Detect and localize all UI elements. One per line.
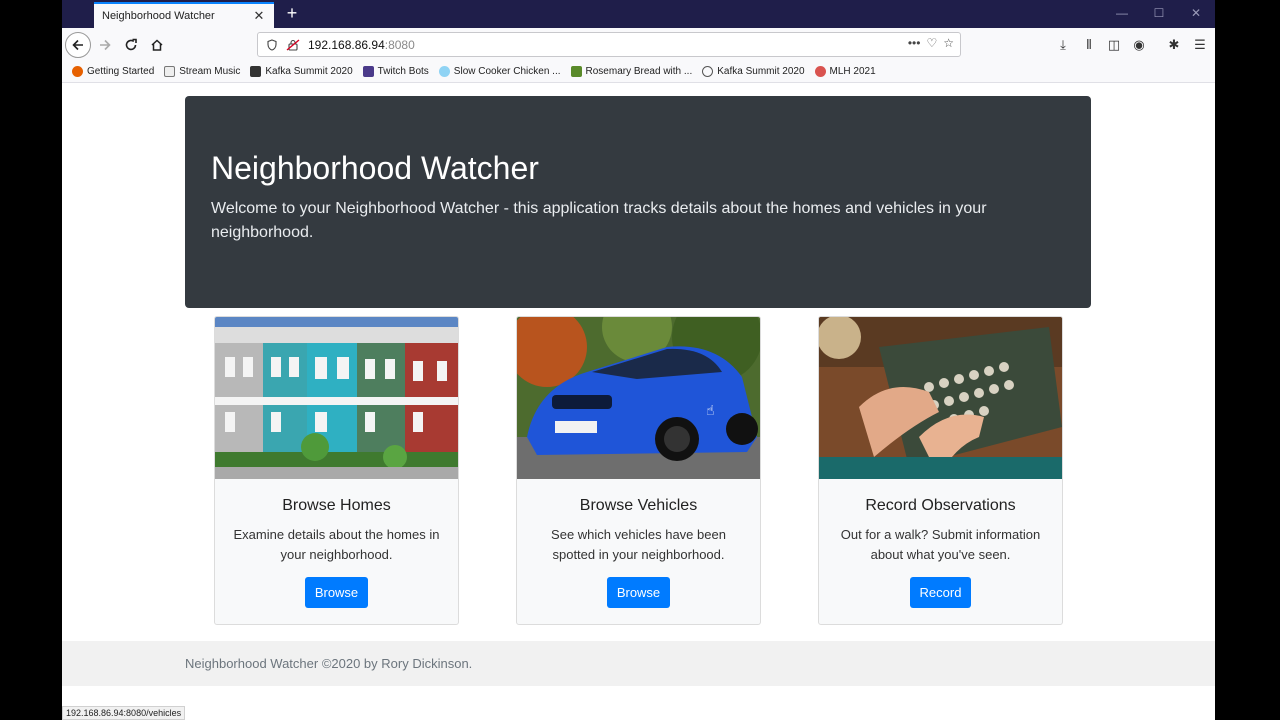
forward-arrow-icon bbox=[100, 39, 111, 51]
url-port: :8080 bbox=[384, 37, 415, 52]
homes-image bbox=[215, 317, 458, 479]
status-bar: 192.168.86.94:8080/vehicles bbox=[62, 706, 186, 720]
extensions-icon[interactable]: ✱ bbox=[1165, 36, 1183, 54]
hand-pointer-icon: ☝ bbox=[706, 402, 715, 418]
record-button[interactable]: Record bbox=[909, 577, 972, 608]
card-text: Examine details about the homes in your … bbox=[233, 527, 440, 562]
sidebar-icon[interactable]: ◫ bbox=[1105, 36, 1123, 54]
bookmark-favicon-icon bbox=[250, 66, 262, 77]
home-icon bbox=[151, 39, 163, 51]
maximize-icon[interactable]: ☐ bbox=[1149, 4, 1169, 22]
folder-icon bbox=[164, 66, 176, 77]
account-icon[interactable]: ◉ bbox=[1130, 36, 1148, 54]
bookmark-item[interactable]: Kafka Summit 2020 bbox=[250, 66, 353, 77]
tab-bar: Neighborhood Watcher ✕ + — ☐ ✕ bbox=[62, 0, 1215, 28]
reload-button[interactable] bbox=[118, 32, 144, 58]
bookmark-item[interactable]: Stream Music bbox=[164, 66, 240, 77]
menu-icon[interactable]: ☰ bbox=[1191, 36, 1209, 54]
library-icon[interactable]: ⫴ bbox=[1080, 36, 1098, 54]
url-bar[interactable]: 192.168.86.94:8080 ••• ♡ ☆ bbox=[257, 32, 961, 57]
page-actions-icon[interactable]: ••• bbox=[908, 36, 921, 50]
bookmark-item[interactable]: MLH 2021 bbox=[814, 66, 876, 77]
window-close-icon[interactable]: ✕ bbox=[1186, 4, 1206, 22]
bookmark-favicon-icon bbox=[72, 66, 83, 77]
bookmark-item[interactable]: Kafka Summit 2020 bbox=[702, 66, 805, 77]
card-text: See which vehicles have been spotted in … bbox=[551, 527, 726, 562]
jumbotron: Neighborhood Watcher Welcome to your Nei… bbox=[185, 96, 1091, 308]
browser-window: Neighborhood Watcher ✕ + — ☐ ✕ 192.168.8… bbox=[62, 0, 1215, 720]
card-title: Browse Homes bbox=[282, 497, 391, 514]
page-content: Neighborhood Watcher Welcome to your Nei… bbox=[62, 83, 1215, 720]
card-browse-homes: Browse Homes Examine details about the h… bbox=[214, 316, 459, 625]
reload-icon bbox=[125, 38, 137, 51]
bookmark-star-icon[interactable]: ☆ bbox=[943, 36, 954, 50]
card-text: Out for a walk? Submit information about… bbox=[840, 527, 1041, 562]
bookmark-item[interactable]: Twitch Bots bbox=[362, 66, 429, 77]
footer-text: Neighborhood Watcher ©2020 by Rory Dicki… bbox=[185, 656, 473, 671]
shield-icon bbox=[267, 38, 277, 51]
globe-icon bbox=[702, 66, 714, 77]
forward-button[interactable] bbox=[92, 32, 118, 58]
downloads-icon[interactable]: ⤓ bbox=[1054, 36, 1072, 54]
footer: Neighborhood Watcher ©2020 by Rory Dicki… bbox=[62, 641, 1215, 686]
card-title: Browse Vehicles bbox=[579, 497, 698, 514]
bookmark-favicon-icon bbox=[814, 66, 826, 77]
card-browse-vehicles: Browse Vehicles See which vehicles have … bbox=[516, 316, 761, 625]
typewriter-image bbox=[819, 317, 1062, 479]
close-tab-icon[interactable]: ✕ bbox=[252, 8, 266, 24]
bookmark-item[interactable]: Getting Started bbox=[72, 66, 154, 77]
url-host: 192.168.86.94 bbox=[308, 37, 385, 52]
navigation-bar: 192.168.86.94:8080 ••• ♡ ☆ ⤓ ⫴ ◫ ◉ ✱ ☰ bbox=[62, 28, 1215, 61]
bookmark-item[interactable]: Slow Cooker Chicken ... bbox=[438, 66, 561, 77]
bookmark-favicon-icon bbox=[362, 66, 374, 77]
home-button[interactable] bbox=[144, 32, 170, 58]
tab-title: Neighborhood Watcher bbox=[102, 10, 215, 22]
vehicle-image bbox=[517, 317, 760, 479]
bookmark-item[interactable]: Rosemary Bread with ... bbox=[570, 66, 692, 77]
page-lead: Welcome to your Neighborhood Watcher - t… bbox=[211, 200, 987, 241]
minimize-icon[interactable]: — bbox=[1112, 4, 1132, 22]
new-tab-button[interactable]: + bbox=[282, 3, 302, 23]
insecure-lock-icon bbox=[286, 38, 300, 51]
browse-vehicles-button[interactable]: Browse bbox=[606, 577, 671, 608]
page-title: Neighborhood Watcher bbox=[211, 150, 539, 186]
card-record-observations: Record Observations Out for a walk? Subm… bbox=[818, 316, 1063, 625]
browse-homes-button[interactable]: Browse bbox=[304, 577, 369, 608]
back-arrow-icon bbox=[72, 39, 83, 51]
bookmark-favicon-icon bbox=[570, 66, 582, 77]
tab-neighborhood-watcher[interactable]: Neighborhood Watcher ✕ bbox=[94, 2, 274, 28]
back-button[interactable] bbox=[65, 32, 91, 58]
card-title: Record Observations bbox=[865, 497, 1016, 514]
bookmarks-toolbar: Getting Started Stream Music Kafka Summi… bbox=[62, 61, 1215, 83]
pocket-icon[interactable]: ♡ bbox=[926, 36, 937, 50]
bookmark-favicon-icon bbox=[438, 66, 450, 77]
